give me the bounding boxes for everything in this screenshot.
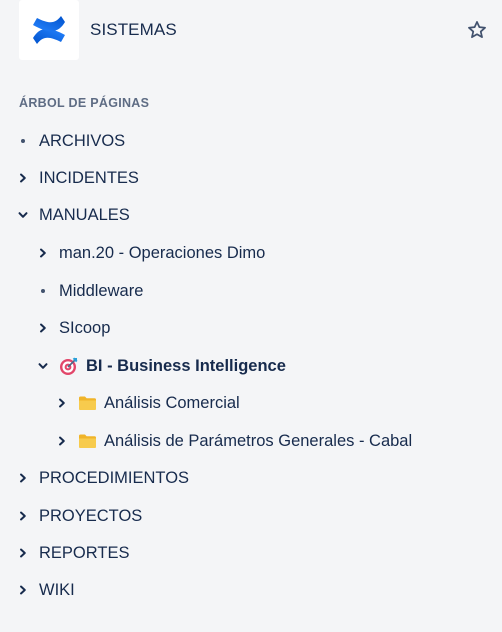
page-tree-item[interactable]: Análisis de Parámetros Generales - Cabal (0, 424, 502, 458)
folder-icon (78, 433, 97, 449)
bullet-icon (16, 134, 30, 148)
chevron-right-icon[interactable] (16, 546, 30, 560)
page-tree-item-label[interactable]: man.20 - Operaciones Dimo (59, 244, 265, 263)
confluence-logo-icon (33, 16, 65, 44)
page-tree-item[interactable]: BI - Business Intelligence (0, 349, 502, 383)
chevron-right-icon[interactable] (16, 583, 30, 597)
page-tree-item[interactable]: SIcoop (0, 311, 502, 345)
page-tree-item[interactable]: PROYECTOS (0, 499, 502, 533)
folder-icon (78, 395, 97, 411)
chevron-right-icon[interactable] (36, 321, 50, 335)
bullet-icon (36, 284, 50, 298)
space-logo[interactable] (19, 0, 79, 60)
page-tree-item-label[interactable]: Análisis Comercial (104, 394, 240, 413)
chevron-right-icon[interactable] (36, 246, 50, 260)
chevron-down-icon[interactable] (36, 359, 50, 373)
page-tree-item-label[interactable]: Análisis de Parámetros Generales - Cabal (104, 432, 412, 451)
space-name[interactable]: SISTEMAS (90, 20, 177, 40)
page-tree-item[interactable]: Análisis Comercial (0, 386, 502, 420)
page-tree-item[interactable]: WIKI (0, 573, 502, 607)
page-tree-item-label[interactable]: INCIDENTES (39, 169, 139, 188)
page-tree-item-label[interactable]: ARCHIVOS (39, 132, 125, 151)
chevron-down-icon[interactable] (16, 208, 30, 222)
page-tree-item-label[interactable]: SIcoop (59, 319, 110, 338)
space-header: SISTEMAS (0, 0, 502, 62)
page-tree-item[interactable]: PROCEDIMIENTOS (0, 461, 502, 495)
dart-target-icon (59, 356, 79, 376)
chevron-right-icon[interactable] (55, 434, 69, 448)
page-tree-item[interactable]: ARCHIVOS (0, 124, 502, 158)
page-tree-item[interactable]: man.20 - Operaciones Dimo (0, 236, 502, 270)
star-icon[interactable] (466, 19, 488, 41)
page-tree-item-label[interactable]: PROYECTOS (39, 507, 142, 526)
page-tree-item-label[interactable]: PROCEDIMIENTOS (39, 469, 189, 488)
page-tree-item-label[interactable]: MANUALES (39, 206, 130, 225)
chevron-right-icon[interactable] (16, 471, 30, 485)
page-tree-item[interactable]: MANUALES (0, 198, 502, 232)
page-tree-item[interactable]: REPORTES (0, 536, 502, 570)
page-tree-item[interactable]: Middleware (0, 274, 502, 308)
page-tree-item-label[interactable]: REPORTES (39, 544, 129, 563)
page-tree-item-label[interactable]: BI - Business Intelligence (86, 357, 286, 376)
page-tree-item-label[interactable]: WIKI (39, 581, 75, 600)
page-tree-item[interactable]: INCIDENTES (0, 161, 502, 195)
chevron-right-icon[interactable] (16, 171, 30, 185)
chevron-right-icon[interactable] (55, 396, 69, 410)
chevron-right-icon[interactable] (16, 509, 30, 523)
page-tree-item-label[interactable]: Middleware (59, 282, 143, 301)
page-tree-title: ÁRBOL DE PÁGINAS (19, 96, 150, 110)
